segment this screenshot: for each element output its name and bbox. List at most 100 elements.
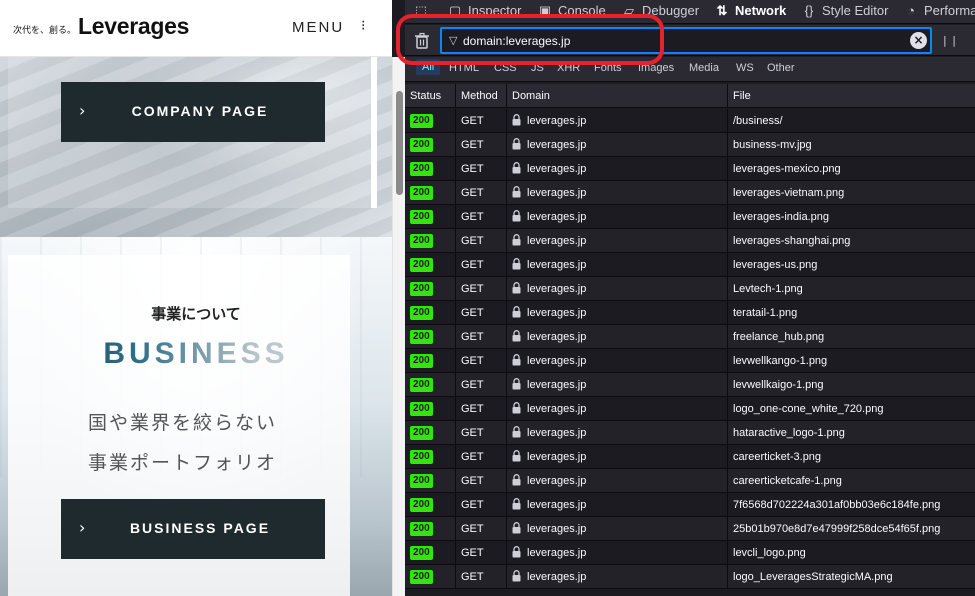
request-row[interactable]: 200 GET leverages.jp careerticket-3.png (405, 445, 975, 469)
request-method: GET (461, 331, 484, 343)
status-badge: 200 (410, 546, 433, 560)
tab-console-label: Console (558, 3, 606, 18)
filter-url-box: ▽ × (440, 27, 932, 54)
page-scrollbar[interactable] (392, 57, 405, 596)
business-heading-en: BUSINESS (0, 337, 392, 371)
business-heading-jp: 事業について (151, 305, 241, 323)
column-method[interactable]: Method (461, 90, 498, 102)
request-file: 25b01b970e8d7e47999f258dce54f65f.png (733, 523, 941, 535)
business-page-button[interactable]: › BUSINESS PAGE (61, 499, 325, 559)
lock-icon (512, 498, 521, 510)
request-list: 200 GET leverages.jp/business/200 GET levera… (405, 109, 975, 589)
filter-icon: ▽ (449, 34, 458, 47)
type-filter-ws[interactable]: WS (736, 62, 754, 74)
tab-console[interactable]: ▣ Console (537, 3, 606, 19)
request-row[interactable]: 200 GET leverages.jp leverages-mexico.png (405, 157, 975, 181)
request-row[interactable]: 200 GET leverages.jp careerticketcafe-1.png (405, 469, 975, 493)
clear-filter-icon[interactable]: × (910, 32, 927, 49)
request-row[interactable]: 200 GET leverages.jp hataractive_logo-1.png (405, 421, 975, 445)
lock-icon (512, 282, 521, 294)
request-domain: leverages.jp (527, 523, 587, 535)
tab-network[interactable]: ⇅ Network (714, 3, 787, 19)
type-filter-html[interactable]: HTML (449, 62, 479, 74)
request-row[interactable]: 200 GET leverages.jp Levtech-1.png (405, 277, 975, 301)
column-domain[interactable]: Domain (512, 90, 550, 102)
type-filter-css[interactable]: CSS (494, 62, 517, 74)
request-file: leverages-us.png (733, 259, 818, 271)
request-row[interactable]: 200 GET leverages.jp leverages-us.png (405, 253, 975, 277)
inspector-icon: ▢ (448, 3, 462, 18)
business-copy-line1: 国や業界を絞らない (88, 412, 278, 434)
lock-icon (512, 330, 521, 342)
status-badge: 200 (410, 330, 433, 344)
request-method: GET (461, 571, 484, 583)
request-row[interactable]: 200 GET leverages.jp/business/ (405, 109, 975, 133)
request-row[interactable]: 200 GET leverages.jp leverages-shanghai.png (405, 229, 975, 253)
status-badge: 200 (410, 354, 433, 368)
type-filter-other[interactable]: Other (767, 62, 795, 74)
lock-icon (512, 570, 521, 582)
request-row[interactable]: 200 GET leverages.jp leverages-vietnam.png (405, 181, 975, 205)
tab-style-editor[interactable]: {} Style Editor (801, 3, 889, 18)
type-filter-media[interactable]: Media (689, 62, 719, 74)
tab-network-label: Network (735, 3, 787, 18)
request-row[interactable]: 200 GET leverages.jp 7f6568d702224a301af0bb… (405, 493, 975, 517)
request-file: leverages-mexico.png (733, 163, 841, 175)
request-method: GET (461, 379, 484, 391)
type-filter-fonts[interactable]: Fonts (594, 62, 622, 74)
devtools-panel: ⬚ ▢ Inspector ▣ Console ▱ Debugger ⇅ Network… (405, 0, 975, 596)
website-viewport: › COMPANY PAGE 事業について BUSINESS 国や業界を絞らない… (0, 0, 392, 596)
request-domain: leverages.jp (527, 355, 587, 367)
status-badge: 200 (410, 114, 433, 128)
company-page-button[interactable]: › COMPANY PAGE (61, 82, 325, 142)
request-file: /business/ (733, 115, 783, 127)
status-badge: 200 (410, 258, 433, 272)
tab-style-editor-label: Style Editor (822, 3, 889, 18)
request-row[interactable]: 200 GET leverages.jp teratail-1.png (405, 301, 975, 325)
request-file: teratail-1.png (733, 307, 798, 319)
request-domain: leverages.jp (527, 499, 587, 511)
request-method: GET (461, 451, 484, 463)
tab-inspector-label: Inspector (468, 3, 522, 18)
network-icon: ⇅ (716, 3, 728, 18)
menu-button[interactable]: MENU (292, 19, 344, 36)
request-domain: leverages.jp (527, 139, 587, 151)
type-filter-js[interactable]: JS (531, 62, 544, 74)
tab-performance[interactable]: ◔ Performance (903, 3, 975, 18)
request-row[interactable]: 200 GET leverages.jp leverages-india.png (405, 205, 975, 229)
request-row[interactable]: 200 GET leverages.jp logo_LeveragesStrategi… (405, 565, 975, 589)
request-method: GET (461, 115, 484, 127)
site-logo[interactable]: Leverages (78, 13, 189, 40)
column-file[interactable]: File (733, 90, 751, 102)
debugger-icon: ▱ (624, 3, 634, 18)
status-badge: 200 (410, 306, 433, 320)
request-file: leverages-shanghai.png (733, 235, 851, 247)
request-method: GET (461, 139, 484, 151)
type-filter-all[interactable]: All (416, 59, 441, 75)
column-status[interactable]: Status (410, 90, 441, 102)
request-method: GET (461, 499, 484, 511)
menu-dots-icon[interactable]: ⁝ (361, 18, 365, 34)
request-row[interactable]: 200 GET leverages.jp levwellkaigo-1.png (405, 373, 975, 397)
tab-inspector[interactable]: ▢ Inspector (447, 3, 522, 19)
request-row[interactable]: 200 GET leverages.jp freelance_hub.png (405, 325, 975, 349)
lock-icon (512, 162, 521, 174)
filter-url-input[interactable] (463, 32, 903, 50)
element-picker-button[interactable]: ⬚ (413, 3, 434, 19)
request-file: leverages-india.png (733, 211, 830, 223)
request-row[interactable]: 200 GET leverages.jp business-mv.jpg (405, 133, 975, 157)
request-row[interactable]: 200 GET leverages.jp levwellkango-1.png (405, 349, 975, 373)
request-method: GET (461, 475, 484, 487)
lock-icon (512, 402, 521, 414)
page-scrollbar-thumb[interactable] (396, 91, 403, 195)
type-filter-xhr[interactable]: XHR (557, 62, 580, 74)
request-method: GET (461, 163, 484, 175)
request-row[interactable]: 200 GET leverages.jp logo_one-cone_white_72… (405, 397, 975, 421)
tab-debugger[interactable]: ▱ Debugger (621, 3, 699, 19)
type-filter-images[interactable]: Images (638, 62, 674, 74)
request-row[interactable]: 200 GET leverages.jp levcli_logo.png (405, 541, 975, 565)
request-row[interactable]: 200 GET leverages.jp 25b01b970e8d7e47999f25… (405, 517, 975, 541)
request-file: logo_one-cone_white_720.png (733, 403, 884, 415)
pause-icon[interactable]: | | (943, 34, 957, 47)
trash-icon[interactable] (413, 32, 431, 50)
